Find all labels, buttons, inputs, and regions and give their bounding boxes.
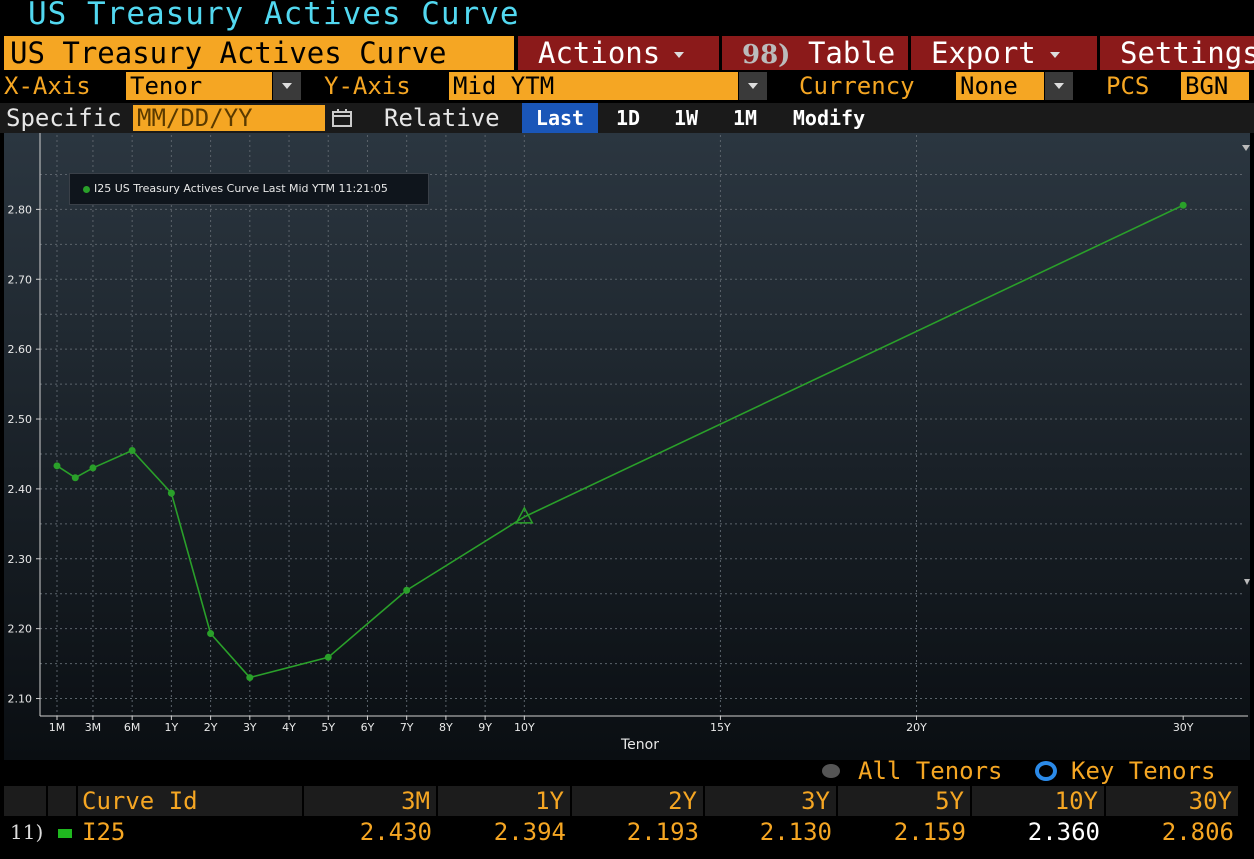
table-cell-3m: 2.430 — [304, 816, 438, 849]
date-input[interactable]: MM/DD/YY — [133, 105, 325, 131]
table-row-color-swatch — [48, 816, 78, 849]
table-cell-3y: 2.130 — [705, 816, 838, 849]
table-header-30y[interactable]: 30Y — [1106, 786, 1240, 816]
relative-label: Relative — [384, 104, 500, 132]
table-row-number[interactable]: 11) — [4, 816, 48, 849]
all-tenors-label[interactable]: All Tenors — [858, 758, 1003, 784]
x-tick-label: 1M — [49, 721, 66, 734]
chart-legend: I25 US Treasury Actives Curve Last Mid Y… — [69, 173, 429, 205]
table-header-3m[interactable]: 3M — [304, 786, 438, 816]
x-axis-title: Tenor — [620, 737, 659, 753]
y-tick-label: 2.20 — [8, 623, 33, 636]
key-tenors-label[interactable]: Key Tenors — [1071, 758, 1216, 784]
x-tick-label: 9Y — [478, 721, 492, 734]
y-tick-label: 2.30 — [8, 553, 33, 566]
1d-button[interactable]: 1D — [601, 103, 655, 133]
chevron-down-icon — [1049, 52, 1060, 58]
actions-label: Actions — [538, 36, 661, 70]
x-axis-dropdown-icon[interactable] — [273, 72, 301, 100]
data-point[interactable] — [89, 464, 97, 472]
data-point[interactable] — [324, 653, 332, 661]
x-tick-label: 30Y — [1173, 721, 1194, 734]
table-header-1y[interactable]: 1Y — [438, 786, 572, 816]
currency-dropdown-icon[interactable] — [1045, 72, 1073, 100]
x-tick-label: 3M — [85, 721, 102, 734]
chart-background — [4, 133, 1250, 760]
key-tenors-radio-icon[interactable] — [1035, 761, 1057, 781]
specific-label: Specific — [6, 104, 122, 132]
data-point[interactable] — [403, 586, 411, 594]
table-header-curve-id[interactable]: Curve Id — [78, 786, 304, 816]
pcs-field[interactable]: BGN — [1181, 72, 1249, 100]
pcs-label: PCS — [1106, 72, 1150, 100]
x-tick-label: 1Y — [165, 721, 179, 734]
y-tick-label: 2.80 — [8, 203, 33, 216]
actions-menu[interactable]: Actions — [518, 36, 719, 70]
x-tick-label: 6Y — [361, 721, 375, 734]
currency-label: Currency — [799, 72, 915, 100]
last-button[interactable]: Last — [522, 103, 598, 133]
x-axis-label: X-Axis — [4, 72, 91, 100]
x-tick-label: 10Y — [514, 721, 535, 734]
x-tick-label: 4Y — [282, 721, 296, 734]
series-color-icon — [58, 829, 72, 838]
legend-marker-icon — [83, 186, 90, 193]
calendar-icon[interactable] — [330, 106, 354, 130]
export-label: Export — [931, 36, 1036, 70]
table-cell-5y: 2.159 — [838, 816, 972, 849]
table-cell-1y: 2.394 — [438, 816, 572, 849]
table-header-color — [48, 786, 78, 816]
data-point[interactable] — [246, 674, 254, 682]
table-header-num — [4, 786, 48, 816]
currency-select[interactable]: None — [956, 72, 1044, 100]
table-cell-10y: 2.360 — [972, 816, 1106, 849]
window-title: US Treasury Actives Curve — [28, 0, 520, 32]
curve-title-field[interactable]: US Treasury Actives Curve — [4, 36, 514, 70]
x-tick-label: 7Y — [400, 721, 414, 734]
y-tick-label: 2.70 — [8, 273, 33, 286]
y-axis-select[interactable]: Mid YTM — [449, 72, 738, 100]
x-axis-select[interactable]: Tenor — [126, 72, 272, 100]
settings-menu[interactable]: Settings — [1100, 36, 1254, 70]
table-cell-2y: 2.193 — [572, 816, 705, 849]
table-header-10y[interactable]: 10Y — [972, 786, 1106, 816]
x-tick-label: 2Y — [204, 721, 218, 734]
data-point[interactable] — [167, 489, 175, 497]
table-header-2y[interactable]: 2Y — [572, 786, 705, 816]
x-tick-label: 8Y — [439, 721, 453, 734]
data-point[interactable] — [71, 474, 79, 482]
all-tenors-radio-icon[interactable] — [822, 764, 840, 778]
yield-curve-chart[interactable]: 2.10 2.20 2.30 2.40 2.50 2.60 2.70 2.80 1M 3M 6M 1Y… — [4, 133, 1250, 760]
chevron-down-icon — [674, 52, 685, 58]
y-tick-label: 2.50 — [8, 413, 33, 426]
table-row-curve-id[interactable]: I25 — [78, 816, 304, 849]
data-point[interactable] — [53, 462, 61, 470]
y-tick-label: 2.10 — [8, 693, 33, 706]
y-tick-label: 2.60 — [8, 343, 33, 356]
y-axis-label: Y-Axis — [324, 72, 411, 100]
table-header-3y[interactable]: 3Y — [705, 786, 838, 816]
y-tick-label: 2.40 — [8, 483, 33, 496]
y-axis-dropdown-icon[interactable] — [739, 72, 767, 100]
export-menu[interactable]: Export — [911, 36, 1097, 70]
x-tick-label: 6M — [124, 721, 141, 734]
x-tick-label: 3Y — [243, 721, 257, 734]
table-button-label: Table — [807, 36, 896, 70]
data-point[interactable] — [1179, 201, 1187, 209]
data-point[interactable] — [207, 630, 215, 638]
chart-svg: 2.10 2.20 2.30 2.40 2.50 2.60 2.70 2.80 1M 3M 6M 1Y… — [4, 133, 1250, 760]
data-point[interactable] — [128, 446, 136, 454]
1m-button[interactable]: 1M — [717, 103, 773, 133]
1w-button[interactable]: 1W — [658, 103, 714, 133]
table-header-5y[interactable]: 5Y — [838, 786, 972, 816]
modify-button[interactable]: Modify — [776, 103, 882, 133]
settings-label: Settings — [1120, 36, 1254, 70]
x-tick-label: 15Y — [710, 721, 731, 734]
table-button-number: 98) — [742, 40, 791, 70]
legend-label: I25 US Treasury Actives Curve Last Mid Y… — [94, 182, 388, 195]
table-cell-30y: 2.806 — [1106, 816, 1240, 849]
table-button[interactable]: 98) Table — [722, 36, 908, 70]
x-tick-label: 5Y — [321, 721, 335, 734]
x-tick-label: 20Y — [906, 721, 927, 734]
